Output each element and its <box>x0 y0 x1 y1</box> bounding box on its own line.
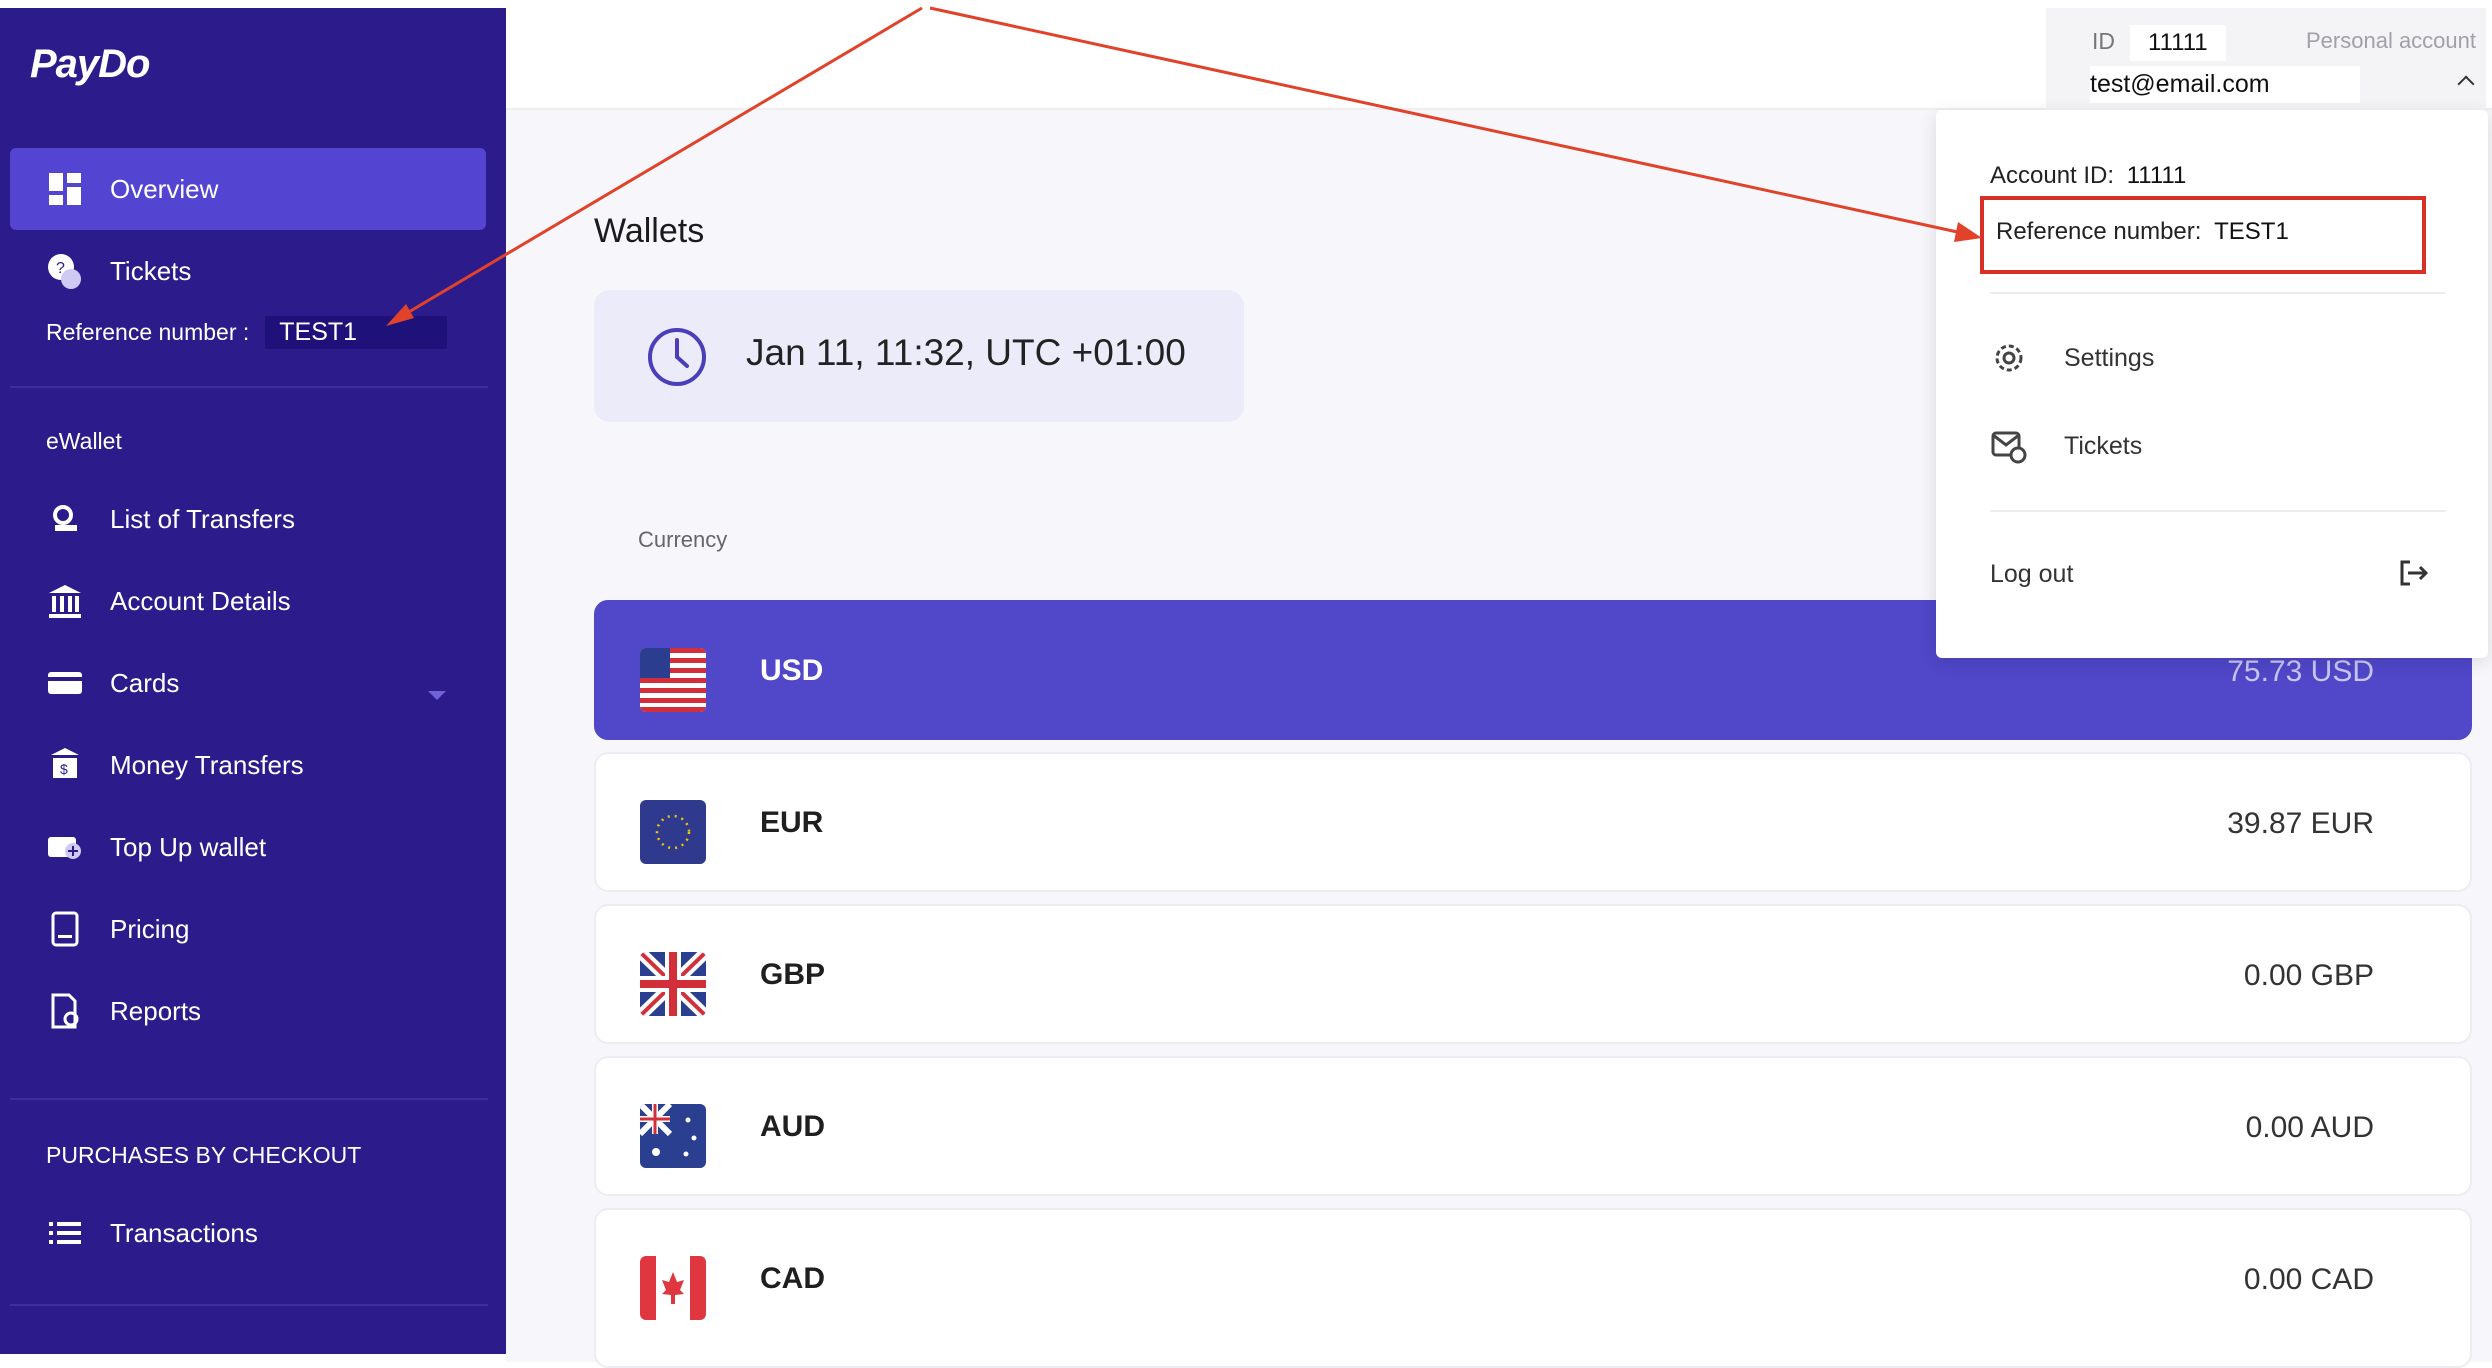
datetime-card: Jan 11, 11:32, UTC +01:00 <box>594 290 1244 422</box>
bank-icon <box>49 585 81 618</box>
clock-icon <box>648 328 706 386</box>
account-id-value: 11111 <box>2130 25 2226 61</box>
sidebar-item-label: Reports <box>110 995 202 1026</box>
account-type: Personal account <box>2306 28 2476 53</box>
sidebar-item-label: Pricing <box>110 913 190 944</box>
sidebar-item-transactions[interactable]: Transactions <box>10 1192 486 1274</box>
logout-icon[interactable] <box>2396 556 2430 590</box>
au-flag-icon <box>640 1104 706 1168</box>
top-up-icon <box>48 837 81 859</box>
sidebar-reference-number: Reference number : TEST1 <box>46 316 448 349</box>
ticket-mail-icon <box>1991 431 2027 464</box>
wallet-row-eur[interactable]: EUR 39.87 EUR <box>594 752 2472 892</box>
sidebar-item-pricing[interactable]: Pricing <box>10 888 486 970</box>
wallet-balance: 0.00 GBP <box>2243 959 2374 992</box>
wallet-balance: 0.00 AUD <box>2245 1111 2374 1144</box>
sidebar-item-list-of-transfers[interactable]: List of Transfers <box>10 478 486 560</box>
wallet-currency-code: CAD <box>760 1262 825 1295</box>
page-title: Wallets <box>594 212 705 250</box>
pricing-icon <box>51 911 79 947</box>
sidebar-item-tickets[interactable]: ? Tickets <box>10 230 486 312</box>
dropdown-divider <box>1990 292 2446 294</box>
sidebar-item-label: List of Transfers <box>110 503 295 534</box>
svg-text:$: $ <box>60 761 68 777</box>
dropdown-item-label: Settings <box>2064 343 2155 372</box>
account-email: test@email.com <box>2090 66 2360 103</box>
eu-flag-icon <box>640 800 706 864</box>
sidebar-item-account-details[interactable]: Account Details <box>10 560 486 642</box>
account-id-label: Account ID: <box>1990 162 2115 189</box>
dropdown-reference-number: Reference number: TEST1 <box>1996 218 2289 246</box>
gear-icon <box>1995 344 2023 372</box>
sidebar-item-reports[interactable]: Reports <box>10 970 486 1052</box>
paydo-logo[interactable]: PayDo <box>30 42 150 87</box>
transfers-list-icon <box>53 505 77 531</box>
reference-label: Reference number: <box>1996 218 2202 245</box>
wallet-currency-code: USD <box>760 654 824 687</box>
money-transfer-icon: $ <box>51 748 79 778</box>
currency-column-header: Currency <box>638 527 728 552</box>
sidebar-divider <box>10 1304 488 1306</box>
dropdown-item-tickets[interactable]: Tickets <box>1990 426 2142 466</box>
wallet-balance: 0.00 CAD <box>2243 1263 2374 1296</box>
sidebar-item-label: Account Details <box>110 585 291 616</box>
chevron-down-icon[interactable] <box>428 691 446 700</box>
sidebar-item-label: Transactions <box>110 1217 258 1248</box>
help-chat-icon: ? <box>48 254 81 289</box>
sidebar-item-label: Cards <box>110 667 180 698</box>
reference-label: Reference number : <box>46 319 250 345</box>
wallet-row-cad[interactable]: CAD 0.00 CAD <box>594 1208 2472 1368</box>
account-id-value: 11111 <box>2126 162 2187 189</box>
reports-icon <box>51 993 79 1029</box>
sidebar-item-cards[interactable]: Cards <box>10 642 486 724</box>
sidebar: PayDo Overview ? Tickets Reference numbe… <box>0 8 506 1354</box>
sidebar-item-label: Tickets <box>110 255 192 286</box>
dashboard-icon <box>49 173 81 205</box>
uk-flag-icon <box>640 952 706 1016</box>
wallet-currency-code: GBP <box>760 958 826 991</box>
us-flag-icon <box>640 648 706 712</box>
wallet-balance: 39.87 EUR <box>2227 807 2374 840</box>
dropdown-item-label: Tickets <box>2064 431 2143 460</box>
sidebar-item-label: Overview <box>110 173 219 204</box>
dropdown-account-id: Account ID: 11111 <box>1990 162 2186 190</box>
wallet-row-aud[interactable]: AUD 0.00 AUD <box>594 1056 2472 1196</box>
chevron-up-icon[interactable] <box>2457 75 2475 93</box>
dropdown-item-settings[interactable]: Settings <box>1990 338 2154 378</box>
sidebar-item-top-up-wallet[interactable]: Top Up wallet <box>10 806 486 888</box>
svg-text:?: ? <box>56 260 65 277</box>
logout-button[interactable]: Log out <box>1990 560 2073 589</box>
datetime-text: Jan 11, 11:32, UTC +01:00 <box>746 332 1186 373</box>
section-ewallet: eWallet <box>46 428 122 454</box>
sidebar-item-label: Money Transfers <box>110 749 304 780</box>
sidebar-item-label: Top Up wallet <box>110 831 267 862</box>
list-icon <box>49 1222 81 1244</box>
reference-value: TEST1 <box>265 316 448 349</box>
reference-value: TEST1 <box>2214 218 2289 245</box>
wallet-balance: 75.73 USD <box>2227 655 2374 688</box>
sidebar-item-overview[interactable]: Overview <box>10 148 486 230</box>
account-dropdown-menu: Account ID: 11111 Reference number: TEST… <box>1936 110 2488 658</box>
dropdown-divider <box>1990 510 2446 512</box>
account-menu-toggle[interactable]: ID 11111 Personal account test@email.com <box>2046 8 2486 110</box>
sidebar-item-money-transfers[interactable]: $ Money Transfers <box>10 724 486 806</box>
card-icon <box>48 672 82 694</box>
account-id-label: ID <box>2092 28 2115 54</box>
section-purchases-by-checkout: PURCHASES BY CHECKOUT <box>46 1142 362 1168</box>
wallet-currency-code: EUR <box>760 806 824 839</box>
reference-highlight-box: Reference number: TEST1 <box>1980 196 2426 274</box>
wallet-currency-code: AUD <box>760 1110 825 1143</box>
ca-flag-icon <box>640 1256 706 1320</box>
sidebar-divider <box>10 1098 488 1100</box>
sidebar-divider <box>10 386 488 388</box>
wallet-row-gbp[interactable]: GBP 0.00 GBP <box>594 904 2472 1044</box>
